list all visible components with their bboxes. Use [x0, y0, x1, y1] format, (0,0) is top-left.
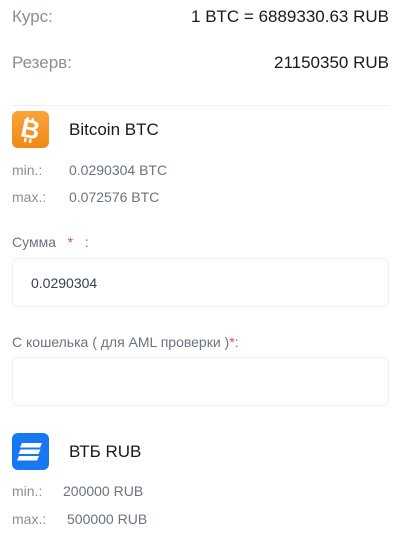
reserve-label: Резерв:	[12, 53, 72, 72]
receive-min-limit: min.: 200000 RUB	[12, 483, 143, 499]
min-label: min.:	[12, 483, 43, 499]
min-value: 0.0290304 BTC	[69, 162, 168, 178]
give-max-limit: max.: 0.072576 BTC	[12, 189, 159, 205]
vtb-bank-icon	[12, 433, 49, 470]
required-marker: *	[67, 234, 74, 250]
reserve-row: Резерв: 21150350 RUB	[12, 53, 389, 73]
amount-field-label: Сумма * :	[12, 234, 89, 250]
label-colon: :	[234, 334, 239, 350]
receive-currency-name: ВТБ RUB	[69, 441, 142, 461]
max-value: 0.072576 BTC	[69, 189, 160, 205]
receive-max-limit: max.: 500000 RUB	[12, 511, 147, 527]
min-value: 200000 RUB	[63, 483, 144, 499]
min-label: min.:	[12, 162, 43, 178]
wallet-label-text: С кошелька ( для AML проверки )	[12, 334, 230, 350]
max-label: max.:	[12, 189, 47, 205]
label-colon: :	[84, 234, 89, 250]
max-value: 500000 RUB	[67, 511, 148, 527]
give-currency: B Bitcoin BTC	[12, 111, 159, 148]
max-label: max.:	[12, 511, 47, 527]
exchange-rate-value: 1 BTC = 6889330.63 RUB	[191, 7, 389, 26]
divider	[12, 105, 389, 106]
reserve-value: 21150350 RUB	[274, 53, 389, 72]
exchange-rate-label: Курс:	[12, 7, 53, 26]
wallet-field-label: С кошелька ( для AML проверки )*:	[12, 334, 239, 350]
bitcoin-icon: B	[12, 111, 49, 148]
amount-input[interactable]	[12, 258, 389, 307]
amount-label-text: Сумма	[12, 234, 56, 250]
give-currency-name: Bitcoin BTC	[69, 119, 159, 139]
wallet-input[interactable]	[12, 357, 389, 406]
give-min-limit: min.: 0.0290304 BTC	[12, 162, 167, 178]
receive-currency: ВТБ RUB	[12, 433, 141, 470]
exchange-rate-row: Курс: 1 BTC = 6889330.63 RUB	[12, 7, 389, 27]
